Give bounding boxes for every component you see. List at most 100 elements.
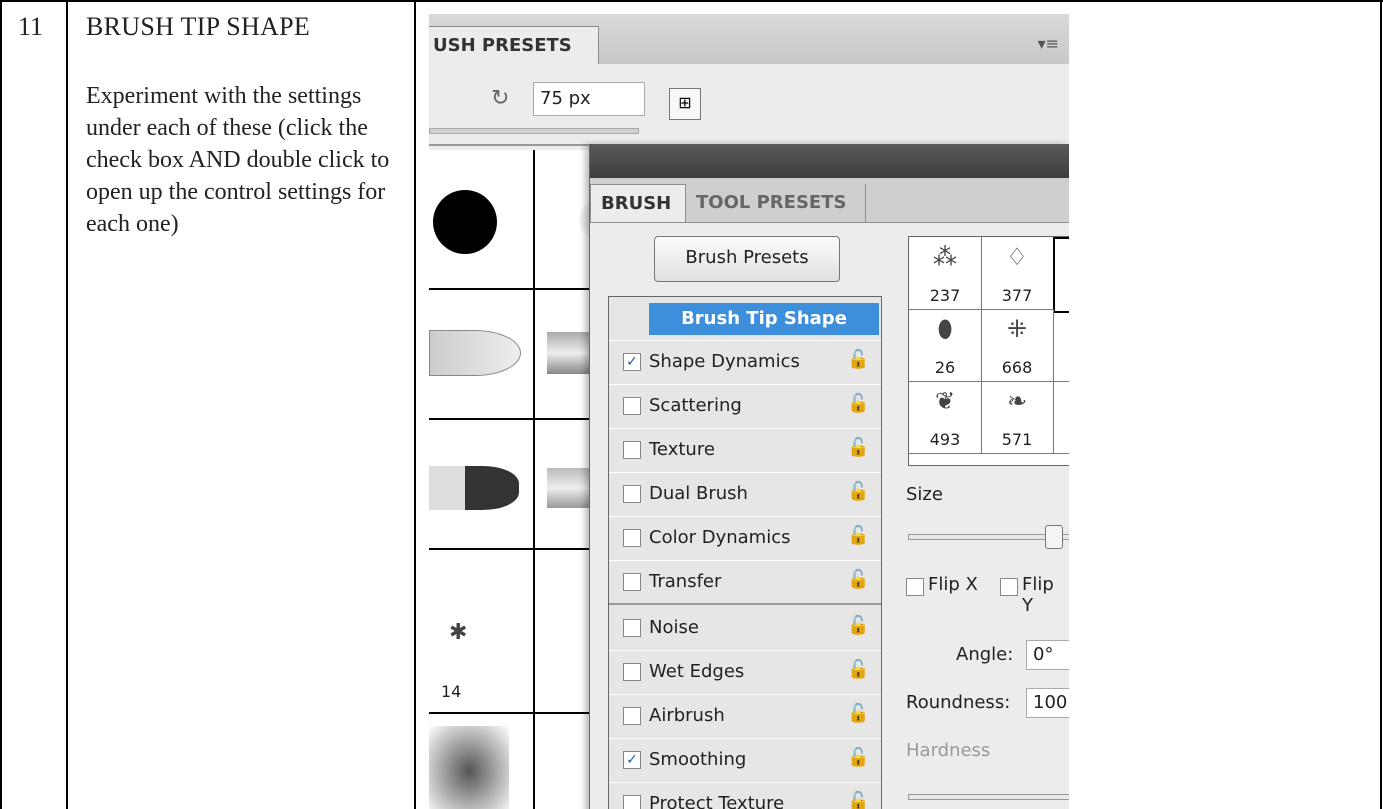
brush-size-label: 4 (1053, 430, 1069, 449)
option-airbrush[interactable]: Airbrush 🔓 (609, 695, 881, 739)
table-border-col2 (414, 0, 416, 809)
brush-thumb[interactable]: ·4 (1053, 381, 1069, 454)
option-color-dynamics[interactable]: Color Dynamics 🔓 (609, 517, 881, 561)
panel-titlebar[interactable] (590, 144, 1069, 178)
hardness-label: Hardness (906, 740, 991, 761)
option-label: Shape Dynamics (649, 351, 800, 372)
brush-shape-icon: ● (1055, 245, 1069, 273)
flip-y-label: Flip Y (1022, 574, 1054, 616)
option-label: Dual Brush (649, 483, 748, 504)
checkbox[interactable] (623, 573, 641, 591)
panel-menu-icon[interactable]: ▾≡ (1038, 34, 1059, 53)
hard-round-brush-icon[interactable] (433, 190, 497, 254)
size-slider[interactable] (429, 128, 639, 134)
option-label: Smoothing (649, 749, 747, 770)
flip-x-label: Flip X (928, 574, 978, 595)
brush-shape-icon: ⁜ (1006, 315, 1028, 343)
checkbox[interactable] (623, 707, 641, 725)
reset-icon[interactable]: ↻ (491, 86, 509, 111)
lock-icon[interactable]: 🔓 (847, 393, 869, 414)
brush-thumb[interactable]: ❦ 493 (909, 381, 982, 454)
brush-shape-icon: · (1053, 315, 1069, 343)
option-label: Wet Edges (649, 661, 745, 682)
option-protect-texture[interactable]: Protect Texture 🔓 (609, 783, 881, 809)
scatter-brush-icon[interactable]: ✱ (449, 620, 467, 645)
option-label: Transfer (649, 571, 722, 592)
checkbox-checked[interactable]: ✓ (623, 353, 641, 371)
checkbox[interactable] (623, 485, 641, 503)
flip-x-checkbox[interactable] (906, 578, 924, 596)
checkbox[interactable] (623, 397, 641, 415)
brush-presets-toolbar: ↻ 75 px ⊞ (429, 64, 1069, 150)
brush-presets-button[interactable]: Brush Presets (654, 236, 840, 282)
brush-thumb[interactable]: ·5 (1053, 309, 1069, 382)
spatter-brush-icon[interactable] (429, 726, 509, 809)
brush-thumb[interactable]: ⬮ 26 (909, 309, 982, 382)
option-smoothing[interactable]: ✓ Smoothing 🔓 (609, 739, 881, 783)
brush-thumb[interactable]: ⁜ 668 (981, 309, 1054, 382)
option-label: Texture (649, 439, 715, 460)
option-scattering[interactable]: Scattering 🔓 (609, 385, 881, 429)
brush-shape-icon: ⁂ (933, 243, 957, 271)
roundness-field[interactable]: 100 (1026, 688, 1069, 718)
flip-y-checkbox[interactable] (1000, 578, 1018, 596)
brush-thumb[interactable]: ♢ 377 (981, 237, 1054, 310)
brush-shape-icon: ♢ (1006, 243, 1028, 271)
brush-size-label: 377 (1001, 286, 1033, 305)
lock-icon[interactable]: 🔓 (847, 703, 869, 724)
brush-shape-icon: ❦ (934, 387, 956, 415)
size-label: Size (906, 484, 943, 505)
option-shape-dynamics[interactable]: ✓ Shape Dynamics 🔓 (609, 341, 881, 385)
table-border-right (1380, 0, 1382, 809)
checkbox[interactable] (623, 441, 641, 459)
brush-size-label: 571 (1001, 430, 1033, 449)
option-label: Brush Tip Shape (649, 303, 879, 335)
table-border-top (0, 0, 1383, 2)
option-dual-brush[interactable]: Dual Brush 🔓 (609, 473, 881, 517)
brush-thumbnail-grid: ⁂237 ♢377 ● ⬮26 ⁜668 ·5 ❦493 ❧571 ·4 (908, 236, 1069, 466)
hardness-slider[interactable] (908, 794, 1069, 800)
slider-knob[interactable] (1045, 525, 1063, 549)
option-wet-edges[interactable]: Wet Edges 🔓 (609, 651, 881, 695)
checkbox[interactable] (623, 529, 641, 547)
brush-thumb[interactable]: ❧ 571 (981, 381, 1054, 454)
checkbox[interactable] (623, 619, 641, 637)
option-brush-tip-shape[interactable]: Brush Tip Shape (609, 297, 881, 341)
brush-thumb[interactable]: ● (1053, 237, 1069, 313)
table-border-left (0, 0, 2, 809)
size-slider[interactable] (908, 525, 1069, 549)
lock-icon[interactable]: 🔓 (847, 791, 869, 809)
lock-icon[interactable]: 🔓 (847, 349, 869, 370)
lock-icon[interactable]: 🔓 (847, 569, 869, 590)
checkbox[interactable] (623, 663, 641, 681)
checkbox[interactable] (623, 795, 641, 809)
step-number: 11 (18, 12, 44, 41)
checkbox-checked[interactable]: ✓ (623, 751, 641, 769)
option-label: Color Dynamics (649, 527, 791, 548)
fan-brush-icon[interactable] (429, 466, 519, 510)
angle-field[interactable]: 0° (1026, 640, 1069, 670)
pointed-brush-icon[interactable] (429, 330, 521, 376)
lock-icon[interactable]: 🔓 (847, 481, 869, 502)
brush-panel: BRUSH TOOL PRESETS Brush Presets Brush T… (589, 144, 1069, 809)
grid-line (429, 288, 599, 290)
lock-icon[interactable]: 🔓 (847, 525, 869, 546)
lock-icon[interactable]: 🔓 (847, 437, 869, 458)
step-description: Experiment with the settings under each … (86, 83, 390, 237)
option-transfer[interactable]: Transfer 🔓 (609, 561, 881, 605)
brush-thumb[interactable]: ⁂ 237 (909, 237, 982, 310)
new-preset-icon[interactable]: ⊞ (669, 88, 701, 120)
tab-brush[interactable]: BRUSH (590, 184, 686, 222)
size-field[interactable]: 75 px (533, 82, 645, 116)
separator (609, 603, 881, 605)
option-noise[interactable]: Noise 🔓 (609, 607, 881, 651)
option-texture[interactable]: Texture 🔓 (609, 429, 881, 473)
brush-shape-icon: · (1053, 387, 1069, 415)
brush-presets-tab[interactable]: USH PRESETS (429, 26, 599, 64)
brush-tab-bar: BRUSH TOOL PRESETS (590, 178, 1069, 223)
tab-tool-presets[interactable]: TOOL PRESETS (686, 184, 866, 222)
lock-icon[interactable]: 🔓 (847, 615, 869, 636)
brush-size-label: 5 (1053, 358, 1069, 377)
lock-icon[interactable]: 🔓 (847, 747, 869, 768)
lock-icon[interactable]: 🔓 (847, 659, 869, 680)
